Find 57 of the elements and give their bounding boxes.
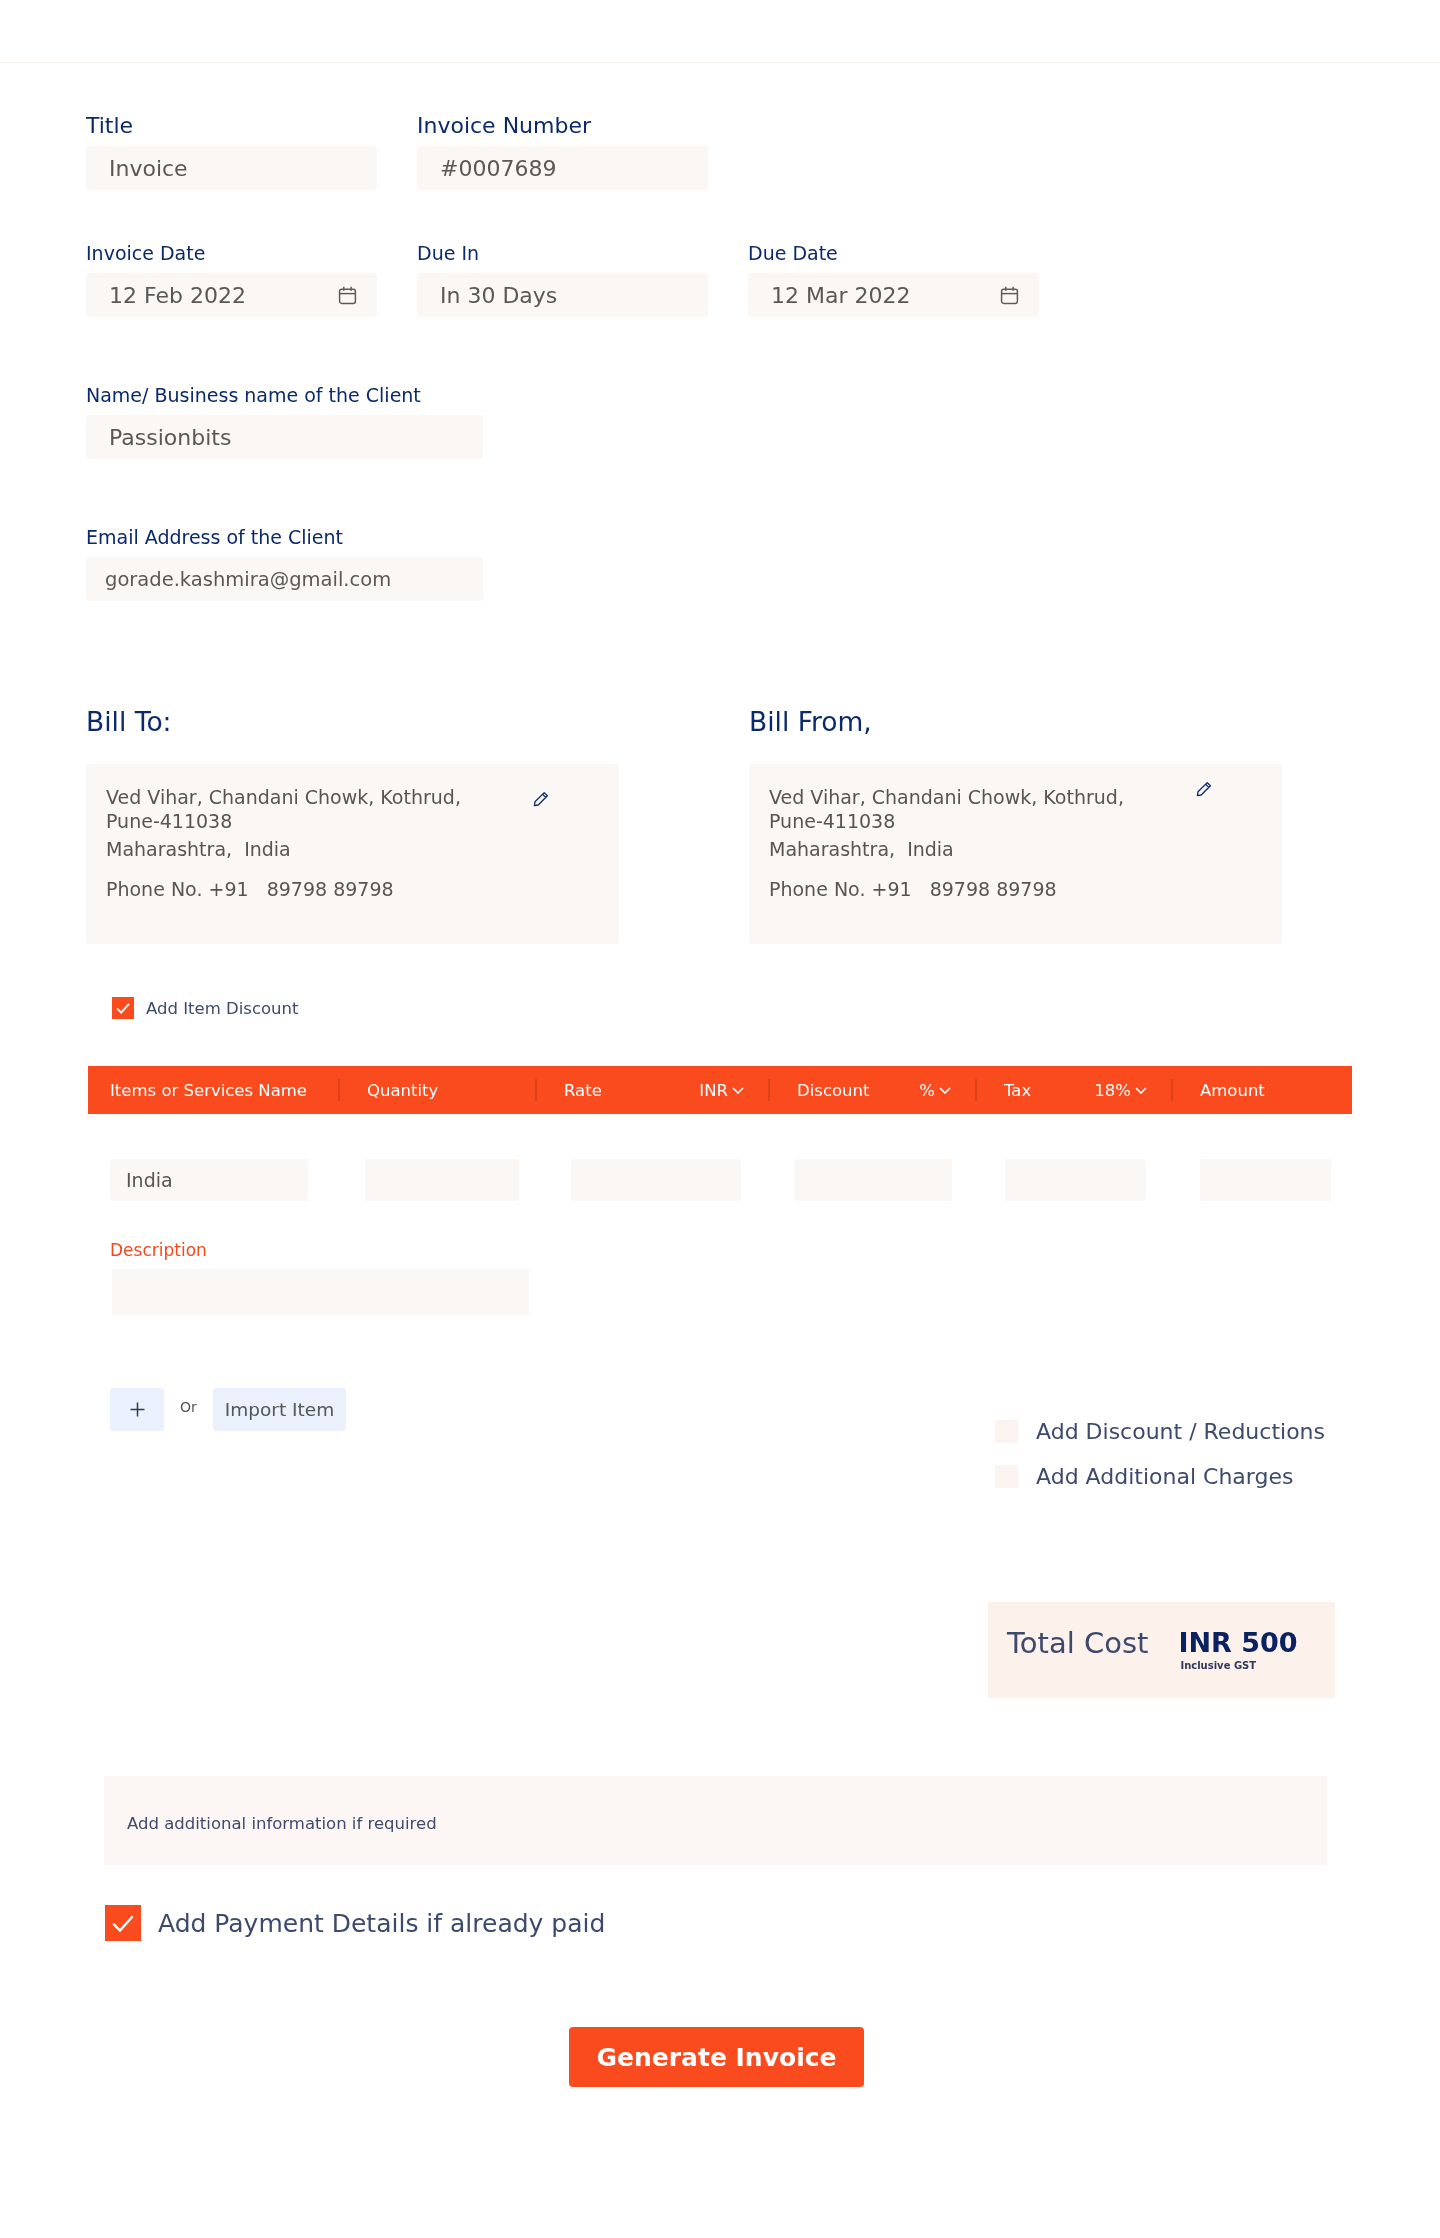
field-label: Title: [86, 114, 135, 138]
section-heading: Bill From,: [749, 707, 872, 737]
plus-icon: [129, 1402, 145, 1417]
address-line: Pune-411038: [106, 809, 233, 833]
field-label: Description: [110, 1240, 207, 1260]
tax-note: Inclusive GST: [1180, 1660, 1258, 1671]
field-label: Due In: [417, 242, 481, 264]
column-header: Rate: [564, 1080, 602, 1100]
date-field[interactable]: 12 Mar 2022: [748, 273, 1039, 317]
calendar-icon[interactable]: [1000, 285, 1019, 305]
checkbox[interactable]: [112, 997, 134, 1019]
date-field[interactable]: 12 Feb 2022: [86, 273, 377, 317]
unit-dropdown[interactable]: %: [919, 1080, 951, 1100]
column-header: Amount: [1200, 1080, 1265, 1100]
import-item-button[interactable]: Import Item: [212, 1388, 347, 1431]
pencil-icon[interactable]: [1196, 781, 1212, 797]
or-text: Or: [180, 1398, 197, 1415]
address-line: Ved Vihar, Chandani Chowk, Kothrud,: [769, 785, 1124, 809]
field-label: Email Address of the Client: [86, 526, 345, 548]
total-amount: INR 500: [1178, 1626, 1298, 1660]
section-heading: Bill To:: [86, 707, 172, 737]
address-line: Pune-411038: [769, 809, 896, 833]
chevron-down-icon: [1135, 1086, 1147, 1094]
checkbox-label: Add Payment Details if already paid: [158, 1908, 606, 1938]
chevron-down-icon: [732, 1086, 744, 1094]
add-item-button[interactable]: [110, 1388, 164, 1431]
address-line: Maharashtra, India: [769, 837, 954, 861]
text-field[interactable]: Invoice: [86, 146, 377, 190]
field-label: Name/ Business name of the Client: [86, 384, 422, 406]
column-header: Items or Services Name: [110, 1080, 308, 1100]
column-header: Discount: [797, 1080, 870, 1100]
unit-dropdown[interactable]: 18%: [1094, 1080, 1147, 1100]
text-field[interactable]: Passionbits: [86, 415, 483, 459]
phone-number: Phone No. +91 89798 89798: [106, 877, 394, 901]
item-name-field[interactable]: India: [110, 1159, 308, 1201]
unit-dropdown[interactable]: INR: [699, 1080, 744, 1100]
text-field[interactable]: #0007689: [417, 146, 708, 190]
column-header: Quantity: [367, 1080, 439, 1100]
checkbox-label: Add Discount / Reductions: [1036, 1419, 1325, 1444]
phone-number: Phone No. +91 89798 89798: [769, 877, 1057, 901]
field-label: Due Date: [748, 242, 839, 264]
chevron-down-icon: [939, 1086, 951, 1094]
field-label: Invoice Number: [417, 114, 593, 138]
address-line: Maharashtra, India: [106, 837, 291, 861]
column-header: Tax: [1004, 1080, 1032, 1100]
email-field[interactable]: gorade.kashmira@gmail.com: [86, 557, 483, 601]
field-label: Invoice Date: [86, 242, 207, 264]
calendar-icon[interactable]: [338, 285, 357, 305]
checkbox-label: Add Item Discount: [146, 998, 299, 1018]
additional-info-field[interactable]: Add additional information if required: [104, 1776, 1327, 1865]
checkbox[interactable]: [105, 1905, 141, 1941]
total-label: Total Cost: [1007, 1626, 1149, 1662]
pencil-icon[interactable]: [533, 791, 549, 807]
generate-invoice-button[interactable]: Generate Invoice: [569, 2027, 864, 2087]
checkbox-label: Add Additional Charges: [1036, 1464, 1294, 1489]
address-line: Ved Vihar, Chandani Chowk, Kothrud,: [106, 785, 461, 809]
text-field[interactable]: In 30 Days: [417, 273, 708, 317]
